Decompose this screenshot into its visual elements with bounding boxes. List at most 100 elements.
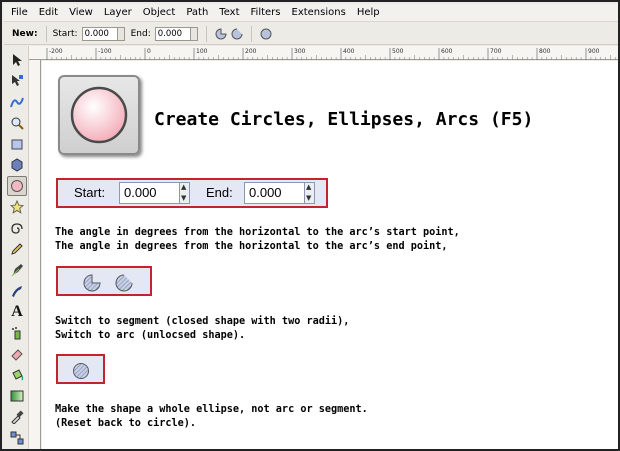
bucket-tool[interactable] [7,365,27,385]
menu-file[interactable]: File [4,7,33,18]
canvas[interactable]: Create Circles, Ellipses, Arcs (F5) Star… [42,61,618,449]
segment-arc-highlight [56,266,152,296]
menu-text[interactable]: Text [213,7,244,18]
pen-icon [11,264,23,277]
ruler-tick-label: 600 [441,48,453,55]
menu-extensions[interactable]: Extensions [286,7,351,18]
ellipse-tool[interactable] [7,176,27,196]
start-spinner-large[interactable]: ▲ ▼ [179,182,190,204]
whole-ellipse-description: Make the shape a whole ellipse, not arc … [55,404,368,415]
spin-up-icon[interactable]: ▲ [181,184,186,191]
vertical-ruler [29,60,41,449]
end-spinner-large[interactable]: ▲ ▼ [304,182,315,204]
whole-ellipse-highlight [56,354,105,384]
pen-tool[interactable] [7,260,27,280]
rectangle-tool[interactable] [7,134,27,154]
whole-ellipse-icon[interactable] [260,28,272,40]
node-editor-icon [12,75,23,86]
ruler-tick-label: -200 [49,48,63,55]
ruler-tick-label: 900 [588,48,600,55]
spiral-icon [11,223,23,234]
new-label: New: [12,28,38,39]
start-input-large[interactable]: 0.000 [119,182,181,204]
calligraphy-icon [12,286,22,297]
arc-icon[interactable] [231,28,243,40]
rectangle-icon [11,139,23,150]
end-label: End: [130,28,151,39]
spray-tool[interactable] [7,323,27,343]
tool-controls-bar: New: Start: 0.000 End: 0.000 [4,23,618,45]
start-field[interactable]: 0.000 [81,26,118,41]
start-label: Start: [52,28,78,39]
circle-icon [70,86,128,144]
menu-view[interactable]: View [63,7,98,18]
3d-box-tool[interactable] [7,155,27,175]
star-icon [10,200,24,214]
ruler-tick-label: 700 [490,48,502,55]
calligraphy-tool[interactable] [7,281,27,301]
menu-filters[interactable]: Filters [245,7,286,18]
pencil-tool[interactable] [7,239,27,259]
star-tool[interactable] [7,197,27,217]
segment-icon[interactable] [82,273,102,293]
segment-icon[interactable] [215,27,227,40]
zoom-tool[interactable] [7,113,27,133]
ruler-tick-label: 300 [294,48,306,55]
dropper-icon [11,410,24,424]
ruler-tick-label: 500 [392,48,404,55]
selector-tool[interactable] [7,50,27,70]
ruler-tick-label: 400 [343,48,355,55]
ellipse-tool-large-icon [58,75,140,155]
tweak-tool[interactable] [7,92,27,112]
end-label-large: End: [206,185,233,200]
spray-icon [12,327,21,340]
spin-up-icon[interactable]: ▲ [306,184,311,191]
eraser-icon [11,349,23,361]
end-description: The angle in degrees from the horizontal… [55,241,448,252]
text-tool[interactable]: A [7,302,27,322]
node-tool[interactable] [7,71,27,91]
ruler-tick-label: -100 [98,48,112,55]
selector-icon [13,54,22,66]
tweak-icon [10,97,24,108]
connector-icon [10,431,24,445]
gradient-tool[interactable] [7,386,27,406]
3d-box-icon [11,158,23,172]
ellipse-icon [11,180,23,192]
start-spinner[interactable] [117,26,125,41]
menu-edit[interactable]: Edit [33,7,63,18]
menu-object[interactable]: Object [137,7,181,18]
whole-ellipse-icon[interactable] [71,361,91,381]
gradient-icon [10,390,24,402]
spin-down-icon[interactable]: ▼ [181,195,186,202]
ruler-ticks: -200 -100 0 100 200 300 400 500 600 700 800 900 [46,48,616,60]
end-input-large[interactable]: 0.000 [244,182,306,204]
end-field[interactable]: 0.000 [154,26,191,41]
toolbox: A [4,46,29,449]
pencil-icon [11,243,23,255]
page-heading: Create Circles, Ellipses, Arcs (F5) [154,109,534,130]
menu-layer[interactable]: Layer [98,7,137,18]
menu-path[interactable]: Path [180,7,213,18]
bucket-icon [12,369,24,381]
arc-icon[interactable] [114,273,134,293]
end-spinner[interactable] [190,26,198,41]
separator [45,25,47,42]
separator [205,25,207,42]
eraser-tool[interactable] [7,344,27,364]
menu-help[interactable]: Help [351,7,385,18]
ruler-tick-label: 100 [196,48,208,55]
ruler-tick-label: 0 [147,48,151,55]
start-description: The angle in degrees from the horizontal… [55,227,460,238]
separator [250,25,252,42]
menu-bar: File Edit View Layer Object Path Text Fi… [4,4,618,22]
segment-description: Switch to segment (closed shape with two… [55,316,350,327]
inkscape-window: File Edit View Layer Object Path Text Fi… [0,0,620,451]
ruler-tick-label: 800 [539,48,551,55]
connector-tool[interactable] [7,428,27,448]
spin-down-icon[interactable]: ▼ [306,195,311,202]
dropper-tool[interactable] [7,407,27,427]
start-label-large: Start: [74,185,106,200]
horizontal-ruler: -200 -100 0 100 200 300 400 500 600 700 800 900 [29,46,618,60]
spiral-tool[interactable] [7,218,27,238]
